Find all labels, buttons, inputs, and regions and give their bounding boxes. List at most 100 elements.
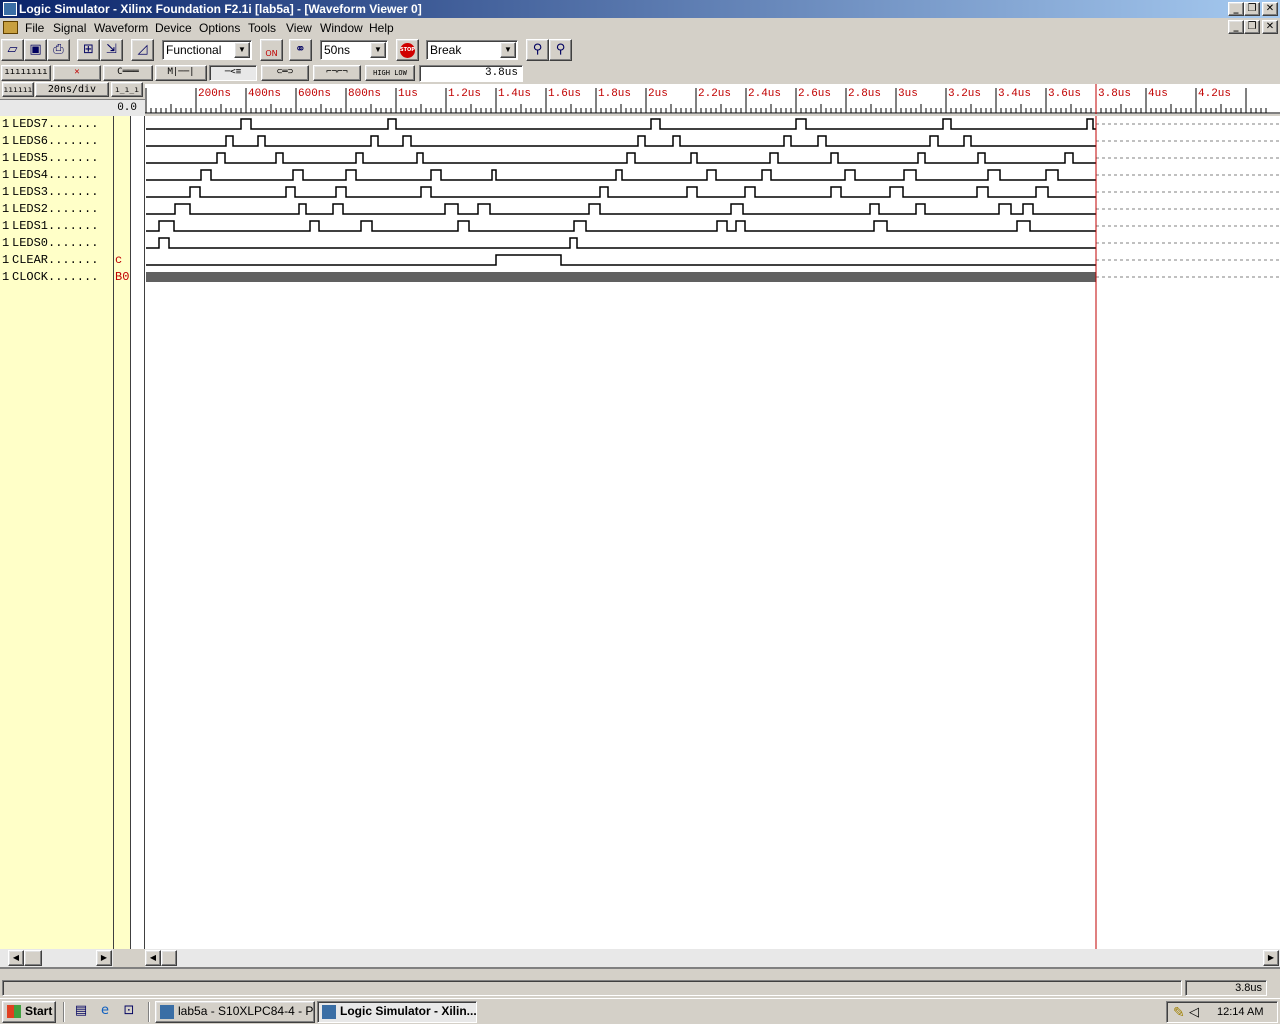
print-icon[interactable]: ⎙ [47, 39, 70, 61]
chevron-down-icon[interactable]: ▼ [370, 42, 386, 58]
menu-signal[interactable]: Signal [53, 21, 86, 35]
menu-tools[interactable]: Tools [248, 21, 276, 35]
menu-waveform[interactable]: Waveform [94, 21, 148, 35]
minimize-button[interactable]: _ [1228, 2, 1244, 16]
hierarchy-icon[interactable]: ⊞ [77, 39, 100, 61]
signal-row[interactable]: 1 LEDS7....... [0, 116, 113, 133]
stimulus-key[interactable]: B0 [115, 269, 129, 286]
signal-value: 1 [2, 168, 10, 182]
stop-button[interactable]: STOP [396, 39, 419, 61]
stimulus-key[interactable]: c [115, 252, 122, 269]
signal-row[interactable]: 1 LEDS3....... [0, 184, 113, 201]
task-logic-simulator[interactable]: Logic Simulator - Xilin... [317, 1001, 477, 1023]
signal-row[interactable]: 1 LEDS2....... [0, 201, 113, 218]
volume-icon[interactable]: ◁ [1189, 1004, 1199, 1020]
scale-button[interactable]: 20ns/div [35, 82, 109, 97]
tray-clock: 12:14 AM [1217, 1006, 1264, 1018]
internet-explorer-icon[interactable]: e [94, 1001, 116, 1023]
signal-row[interactable]: 1 CLOCK....... [0, 269, 113, 286]
chevron-down-icon[interactable]: ▼ [500, 42, 516, 58]
ruler-label: 600ns [298, 88, 331, 100]
scroll-thumb[interactable] [161, 950, 177, 966]
menu-help[interactable]: Help [369, 21, 394, 35]
waveform-area[interactable] [145, 116, 1280, 949]
signal-row[interactable]: 1 CLEAR....... [0, 252, 113, 269]
signal-name: LEDS6....... [12, 134, 99, 148]
ruler-label: 1us [398, 88, 418, 100]
step-select[interactable]: 50ns ▼ [320, 40, 388, 60]
break-select-value: Break [430, 43, 462, 57]
ruler-label: 3.4us [998, 88, 1031, 100]
bus-icon[interactable]: C═══ [103, 65, 153, 81]
zoom-in-icon[interactable]: ı_ı_ı [111, 82, 143, 97]
scroll-right-icon[interactable]: ▶ [96, 950, 112, 966]
ruler-label: 3us [898, 88, 918, 100]
probe-icon[interactable]: ◿ [131, 39, 154, 61]
scroll-left-icon[interactable]: ◀ [145, 950, 161, 966]
signal-hscrollbar[interactable]: ◀ ▶ [0, 949, 113, 967]
network-icon[interactable]: ⊡ [118, 1001, 140, 1023]
time-field[interactable]: 3.8us [419, 65, 523, 82]
time-ruler[interactable]: 200ns 400ns 600ns 800ns 1us 1.2us 1.4us 1.6us 1.… [145, 84, 1280, 114]
signal-name: LEDS1....... [12, 219, 99, 233]
clock-wave-icon[interactable]: ıııııııı [1, 65, 51, 81]
find-icon[interactable]: ⚲ [526, 39, 549, 61]
main-toolbar: ▱ ▣ ⎙ ⊞ ⇲ ◿ Functional ▼ ON ⚭ 50ns ▼ STO… [0, 37, 1280, 63]
save-icon[interactable]: ▣ [24, 39, 47, 61]
high-low-toggle[interactable]: HIGH LOW [365, 65, 415, 81]
signal-name: LEDS2....... [12, 202, 99, 216]
signal-row[interactable]: 1 LEDS6....... [0, 133, 113, 150]
ruler-label: 2.6us [798, 88, 831, 100]
scroll-right-icon[interactable]: ▶ [1263, 950, 1279, 966]
simulator-icon [322, 1005, 336, 1019]
simulator-on-button[interactable]: ON [260, 39, 283, 61]
signal-list: 1 LEDS7....... 1 LEDS6....... 1 LEDS5....... 1… [0, 116, 113, 949]
mode-select[interactable]: Functional ▼ [162, 40, 252, 60]
mdi-minimize-button[interactable]: _ [1228, 20, 1244, 34]
chevron-down-icon[interactable]: ▼ [234, 42, 250, 58]
start-button[interactable]: Start [2, 1001, 56, 1023]
task-project-manager[interactable]: lab5a - S10XLPC84-4 - Pr... [155, 1001, 315, 1023]
scroll-thumb[interactable] [24, 950, 42, 966]
script-icon[interactable]: ⇲ [100, 39, 123, 61]
link-icon[interactable]: ⚭ [289, 39, 312, 61]
ruler-label: 800ns [348, 88, 381, 100]
signal-row[interactable]: 1 LEDS5....... [0, 150, 113, 167]
pencil-icon[interactable]: ✎ [1173, 1004, 1185, 1021]
signal-row[interactable]: 1 LEDS4....... [0, 167, 113, 184]
pattern-icon[interactable]: ⌐¬⌐¬ [313, 65, 361, 81]
menu-options[interactable]: Options [199, 21, 240, 35]
zoom-out-icon[interactable]: ıııııı [2, 82, 34, 97]
menu-window[interactable]: Window [320, 21, 363, 35]
find-next-icon[interactable]: ⚲ [549, 39, 572, 61]
ruler-ticks: 200ns 400ns 600ns 800ns 1us 1.2us 1.4us 1.6us 1.… [145, 84, 1280, 114]
break-select[interactable]: Break ▼ [426, 40, 518, 60]
splitter[interactable] [0, 967, 1280, 977]
group-icon[interactable]: ─<≡ [209, 65, 257, 81]
ruler-label: 1.8us [598, 88, 631, 100]
menu-file[interactable]: File [25, 21, 44, 35]
bus-value-icon[interactable]: ⊂═⊃ [261, 65, 309, 81]
measure-icon[interactable]: M|──| [155, 65, 207, 81]
menu-view[interactable]: View [286, 21, 312, 35]
status-time: 3.8us [1185, 980, 1267, 996]
waveform-trace [146, 237, 1096, 249]
delete-transition-icon[interactable]: ✕ [53, 65, 101, 81]
signal-row[interactable]: 1 LEDS1....... [0, 218, 113, 235]
ruler-label: 3.6us [1048, 88, 1081, 100]
waveform-hscrollbar[interactable]: ◀ ▶ [145, 949, 1280, 967]
ruler-label: 1.4us [498, 88, 531, 100]
waveform-traces [146, 116, 1280, 949]
menu-bar: File Signal Waveform Device Options Tool… [0, 18, 1280, 37]
mdi-restore-button[interactable]: ❐ [1244, 20, 1260, 34]
menu-device[interactable]: Device [155, 21, 192, 35]
close-button[interactable]: ✕ [1262, 2, 1278, 16]
open-icon[interactable]: ▱ [1, 39, 24, 61]
signal-value: 1 [2, 236, 10, 250]
signal-row[interactable]: 1 LEDS0....... [0, 235, 113, 252]
show-desktop-icon[interactable]: ▤ [70, 1001, 92, 1023]
mdi-close-button[interactable]: ✕ [1262, 20, 1278, 34]
restore-button[interactable]: ❐ [1244, 2, 1260, 16]
taskbar: Start ▤ e ⊡ lab5a - S10XLPC84-4 - Pr... … [0, 998, 1280, 1024]
scroll-left-icon[interactable]: ◀ [8, 950, 24, 966]
